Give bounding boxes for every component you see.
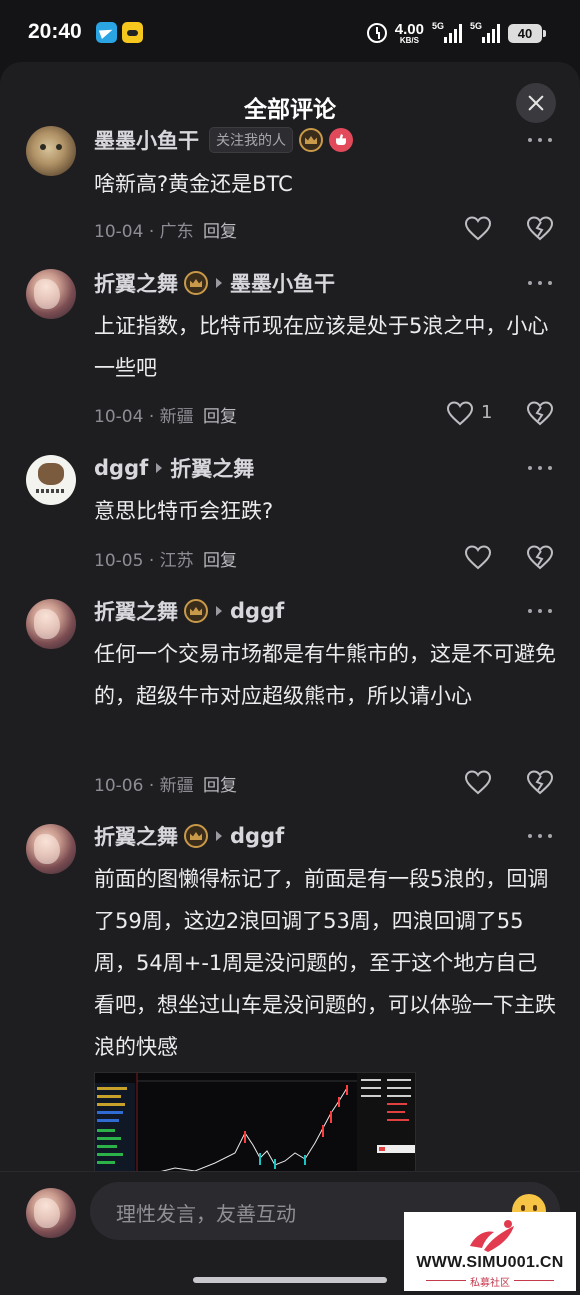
- comment-text: 意思比特币会狂跌?: [94, 499, 274, 523]
- comment-date: 10-04: [94, 407, 144, 427]
- comment-header: 墨墨小鱼干 关注我的人: [94, 125, 353, 155]
- battery-icon: 40: [508, 23, 546, 43]
- comment-meta: 10-06 · 新疆 回复: [94, 771, 237, 796]
- reply-target[interactable]: dggf: [230, 824, 284, 848]
- broken-heart-icon[interactable]: [526, 215, 554, 243]
- comment-date: 10-06: [94, 776, 144, 796]
- network-speed: 4.00 KB/S: [395, 22, 424, 45]
- reply-button[interactable]: 回复: [203, 776, 237, 796]
- signal-label: 5G: [432, 21, 445, 31]
- meituan-app-icon: [122, 22, 143, 43]
- comment-location: 江苏: [159, 551, 194, 571]
- comment-header: 折翼之舞 dggf: [94, 821, 284, 851]
- heart-icon[interactable]: [464, 215, 492, 243]
- status-time: 20:40: [28, 20, 82, 43]
- heart-icon[interactable]: [464, 769, 492, 797]
- avatar[interactable]: [26, 599, 76, 649]
- comment-meta: 10-05 · 江苏 回复: [94, 546, 237, 571]
- comments-sheet: 全部评论 墨墨小鱼干 关注我的人 啥新高?黄金还是BTC 10-04 · 广东 …: [0, 62, 580, 1295]
- comment-meta: 10-04 · 广东 回复: [94, 217, 237, 242]
- telegram-icon: [96, 22, 117, 43]
- network-speed-unit: KB/S: [399, 35, 419, 45]
- my-avatar: [26, 1188, 76, 1238]
- signal-icon: 5G: [470, 21, 500, 43]
- sheet-title: 全部评论: [244, 97, 336, 123]
- comment-location: 新疆: [159, 407, 194, 427]
- signal-label: 5G: [470, 21, 483, 31]
- watermark-subtitle: 私募社区: [470, 1278, 510, 1289]
- site-watermark: WWW.SIMU001.CN 私募社区: [404, 1212, 576, 1291]
- comment-text: 任何一个交易市场都是有牛熊市的，这是不可避免的，超级牛市对应超级熊市，所以请小心: [94, 642, 556, 708]
- comment-author[interactable]: dggf: [94, 456, 148, 480]
- close-icon[interactable]: [516, 83, 556, 123]
- reply-arrow-icon: [156, 463, 163, 473]
- network-speed-value: 4.00: [394, 20, 424, 38]
- comment-author[interactable]: 折翼之舞: [94, 268, 178, 298]
- crown-badge-icon: [184, 824, 208, 848]
- reply-target[interactable]: dggf: [230, 599, 284, 623]
- comment-text: 上证指数，比特币现在应该是处于5浪之中，小心一些吧: [94, 314, 549, 380]
- status-indicators: 4.00 KB/S 5G 5G 40: [366, 18, 546, 48]
- heart-icon[interactable]: [464, 544, 492, 572]
- avatar[interactable]: [26, 824, 76, 874]
- home-indicator[interactable]: [193, 1277, 387, 1283]
- reply-arrow-icon: [216, 831, 222, 841]
- meta-separator: ·: [148, 407, 155, 427]
- thumbs-up-badge-icon: [329, 128, 353, 152]
- like-count: 1: [481, 402, 493, 423]
- comment-date: 10-05: [94, 551, 144, 571]
- crown-badge-icon: [184, 599, 208, 623]
- reply-target[interactable]: 墨墨小鱼干: [230, 268, 335, 298]
- comment-location: 广东: [159, 222, 194, 242]
- crown-badge-icon: [184, 271, 208, 295]
- reply-button[interactable]: 回复: [203, 222, 237, 242]
- alarm-icon: [366, 23, 387, 43]
- crown-badge-icon: [299, 128, 323, 152]
- reply-button[interactable]: 回复: [203, 407, 237, 427]
- comment-location: 新疆: [159, 776, 194, 796]
- reply-arrow-icon: [216, 278, 222, 288]
- more-icon[interactable]: [528, 824, 552, 848]
- more-icon[interactable]: [528, 128, 552, 152]
- comment-input-placeholder: 理性发言，友善互动: [116, 1202, 296, 1226]
- comment-text: 前面的图懒得标记了，前面是有一段5浪的，回调了59周，这边2浪回调了53周，四浪…: [94, 867, 556, 1059]
- avatar[interactable]: [26, 126, 76, 176]
- comment-author[interactable]: 折翼之舞: [94, 596, 178, 626]
- broken-heart-icon[interactable]: [526, 544, 554, 572]
- status-bar: 20:40 4.00 KB/S 5G 5G 40: [0, 0, 580, 62]
- comment-header: dggf 折翼之舞: [94, 453, 254, 483]
- signal-icon: 5G: [432, 21, 462, 43]
- comment-author[interactable]: 折翼之舞: [94, 821, 178, 851]
- comment-header: 折翼之舞 dggf: [94, 596, 284, 626]
- avatar[interactable]: [26, 455, 76, 505]
- avatar[interactable]: [26, 269, 76, 319]
- meta-separator: ·: [148, 551, 155, 571]
- broken-heart-icon[interactable]: [526, 400, 554, 428]
- more-icon[interactable]: [528, 599, 552, 623]
- more-icon[interactable]: [528, 456, 552, 480]
- reply-button[interactable]: 回复: [203, 551, 237, 571]
- watermark-url: WWW.SIMU001.CN: [416, 1254, 564, 1271]
- watermark-logo-icon: [470, 1220, 514, 1252]
- comment-date: 10-04: [94, 222, 144, 242]
- reply-arrow-icon: [216, 606, 222, 616]
- meta-separator: ·: [148, 222, 155, 242]
- reply-target[interactable]: 折翼之舞: [170, 453, 254, 483]
- comment-author[interactable]: 墨墨小鱼干: [94, 125, 199, 155]
- follower-tag: 关注我的人: [209, 127, 293, 153]
- meta-separator: ·: [148, 776, 155, 796]
- heart-icon[interactable]: [446, 400, 474, 428]
- comment-meta: 10-04 · 新疆 回复: [94, 402, 237, 427]
- attached-chart-image[interactable]: [94, 1072, 416, 1182]
- broken-heart-icon[interactable]: [526, 769, 554, 797]
- comment-text: 啥新高?黄金还是BTC: [94, 172, 293, 196]
- more-icon[interactable]: [528, 271, 552, 295]
- comment-header: 折翼之舞 墨墨小鱼干: [94, 268, 335, 298]
